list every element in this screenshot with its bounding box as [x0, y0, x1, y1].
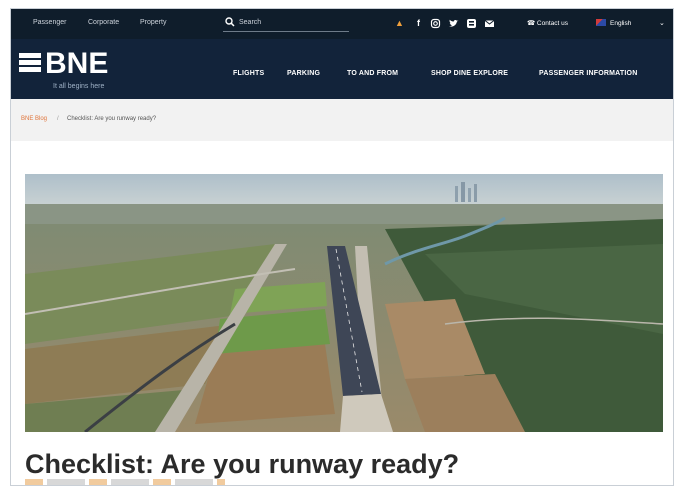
nav-passenger-information[interactable]: PASSENGER INFORMATION	[539, 70, 637, 77]
breadcrumb: BNE Blog / Checklist: Are you runway rea…	[11, 99, 673, 141]
chevron-down-icon[interactable]: ⌄	[659, 19, 665, 27]
twitter-icon[interactable]	[448, 18, 459, 29]
logo-mark-icon	[19, 53, 41, 72]
contact-label: Contact us	[536, 20, 568, 27]
search-input[interactable]: Search	[239, 19, 261, 26]
nav-to-and-from[interactable]: TO AND FROM	[347, 70, 398, 77]
passenger-link[interactable]: Passenger	[33, 19, 66, 26]
language-label: English	[610, 20, 632, 27]
phone-icon: ☎	[527, 20, 536, 27]
mail-icon[interactable]	[484, 18, 495, 29]
bne-logo[interactable]: BNE It all begins here	[19, 47, 139, 93]
search-box[interactable]: Search	[223, 15, 349, 32]
browser-frame: Passenger Corporate Property Search ▲ f	[10, 8, 674, 486]
breadcrumb-separator: /	[57, 116, 59, 122]
nav-flights[interactable]: FLIGHTS	[233, 70, 264, 77]
nav-shop-dine-explore[interactable]: SHOP DINE EXPLORE	[431, 70, 508, 77]
main-header: BNE It all begins here FLIGHTS PARKING T…	[11, 39, 673, 99]
search-icon	[225, 17, 235, 27]
logo-text: BNE	[45, 47, 109, 80]
facebook-icon[interactable]: f	[413, 18, 424, 29]
breadcrumb-home-link[interactable]: BNE Blog	[21, 116, 47, 122]
instagram-icon[interactable]	[430, 18, 441, 29]
corporate-link[interactable]: Corporate	[88, 19, 119, 26]
article-title: Checklist: Are you runway ready?	[25, 449, 460, 479]
language-selector[interactable]: English	[596, 19, 631, 27]
hero-image	[25, 174, 663, 432]
article-byline	[25, 479, 225, 485]
notification-icon[interactable]: ▲	[394, 18, 405, 29]
utility-bar: Passenger Corporate Property Search ▲ f	[11, 9, 673, 39]
nav-parking[interactable]: PARKING	[287, 70, 320, 77]
property-link[interactable]: Property	[140, 19, 166, 26]
flag-icon	[596, 19, 606, 26]
breadcrumb-current: Checklist: Are you runway ready?	[67, 116, 157, 122]
blog-icon[interactable]	[466, 18, 477, 29]
logo-tagline: It all begins here	[53, 83, 105, 90]
contact-us-link[interactable]: ☎ Contact us	[527, 19, 568, 27]
